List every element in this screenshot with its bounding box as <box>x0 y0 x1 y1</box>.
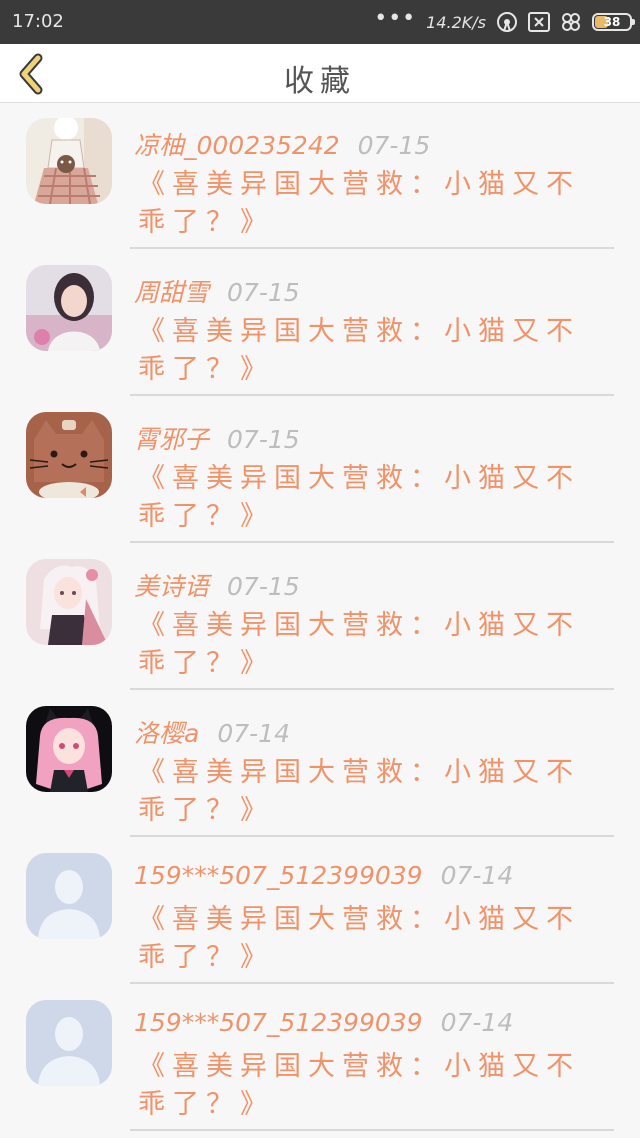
app-header: 收藏 <box>0 44 640 103</box>
divider <box>130 1129 614 1131</box>
favorite-title[interactable]: 《喜美异国大营救：小猫又不乖了？》 <box>138 901 598 977</box>
post-date: 07-14 <box>440 861 514 890</box>
item-meta: 159***507_512399039 07-14 <box>134 1008 513 1037</box>
avatar[interactable] <box>26 706 112 792</box>
post-date: 07-15 <box>357 131 431 160</box>
network-speed: 14.2K/s <box>426 12 486 32</box>
list-item[interactable]: 霄邪子 07-15 《喜美异国大营救：小猫又不乖了？》 <box>0 396 640 543</box>
post-date: 07-15 <box>227 425 300 454</box>
page-title: 收藏 <box>284 64 356 99</box>
favorite-title[interactable]: 《喜美异国大营救：小猫又不乖了？》 <box>138 607 598 683</box>
list-item[interactable]: 周甜雪 07-15 《喜美异国大营救：小猫又不乖了？》 <box>0 249 640 396</box>
item-meta: 159***507_512399039 07-14 <box>134 861 513 890</box>
post-date: 07-15 <box>227 572 300 601</box>
item-meta: 凉柚_000235242 07-15 <box>134 126 430 162</box>
favorite-title[interactable]: 《喜美异国大营救：小猫又不乖了？》 <box>138 754 598 830</box>
favorite-title[interactable]: 《喜美异国大营救：小猫又不乖了？》 <box>138 460 598 536</box>
user-name[interactable]: 159***507_512399039 <box>134 1008 423 1037</box>
item-meta: 美诗语 07-15 <box>134 567 300 603</box>
default-user-icon <box>26 1000 112 1086</box>
list-item[interactable]: 159***507_512399039 07-14 《喜美异国大营救：小猫又不乖了… <box>0 837 640 984</box>
avatar[interactable] <box>26 1000 112 1086</box>
battery-label: 38 <box>603 15 621 29</box>
user-name[interactable]: 周甜雪 <box>134 278 209 307</box>
user-name[interactable]: 159***507_512399039 <box>134 861 423 890</box>
avatar[interactable] <box>26 118 112 204</box>
hotspot-icon <box>496 11 518 33</box>
clover-icon <box>560 11 582 33</box>
item-meta: 霄邪子 07-15 <box>134 420 300 456</box>
favorite-title[interactable]: 《喜美异国大营救：小猫又不乖了？》 <box>138 1048 598 1124</box>
list-item[interactable]: 洛樱a 07-14 《喜美异国大营救：小猫又不乖了？》 <box>0 690 640 837</box>
user-name[interactable]: 霄邪子 <box>134 425 209 454</box>
favorite-title[interactable]: 《喜美异国大营救：小猫又不乖了？》 <box>138 313 598 389</box>
no-sim-icon <box>528 11 550 33</box>
status-icons: ••• 14.2K/s 38 <box>374 6 635 34</box>
avatar[interactable] <box>26 559 112 645</box>
list-item[interactable]: 159***507_512399039 07-14 《喜美异国大营救：小猫又不乖了… <box>0 984 640 1131</box>
favorites-list: 凉柚_000235242 07-15 《喜美异国大营救：小猫又不乖了？》 周甜雪 0… <box>0 102 640 1131</box>
favorite-title[interactable]: 《喜美异国大营救：小猫又不乖了？》 <box>138 166 598 242</box>
avatar[interactable] <box>26 412 112 498</box>
list-item[interactable]: 凉柚_000235242 07-15 《喜美异国大营救：小猫又不乖了？》 <box>0 102 640 249</box>
notification-dots: ••• <box>374 6 417 31</box>
user-name[interactable]: 洛樱a <box>134 719 199 748</box>
status-time: 17:02 <box>12 11 64 32</box>
post-date: 07-14 <box>440 1008 514 1037</box>
post-date: 07-15 <box>227 278 300 307</box>
user-name[interactable]: 美诗语 <box>134 572 209 601</box>
post-date: 07-14 <box>217 719 290 748</box>
list-item[interactable]: 美诗语 07-15 《喜美异国大营救：小猫又不乖了？》 <box>0 543 640 690</box>
user-name[interactable]: 凉柚_000235242 <box>134 131 340 160</box>
battery-icon: 38 <box>592 13 635 31</box>
default-user-icon <box>26 853 112 939</box>
status-bar: 17:02 ••• 14.2K/s 38 <box>0 0 640 44</box>
avatar[interactable] <box>26 265 112 351</box>
item-meta: 周甜雪 07-15 <box>134 273 300 309</box>
avatar[interactable] <box>26 853 112 939</box>
item-meta: 洛樱a 07-14 <box>134 714 290 750</box>
